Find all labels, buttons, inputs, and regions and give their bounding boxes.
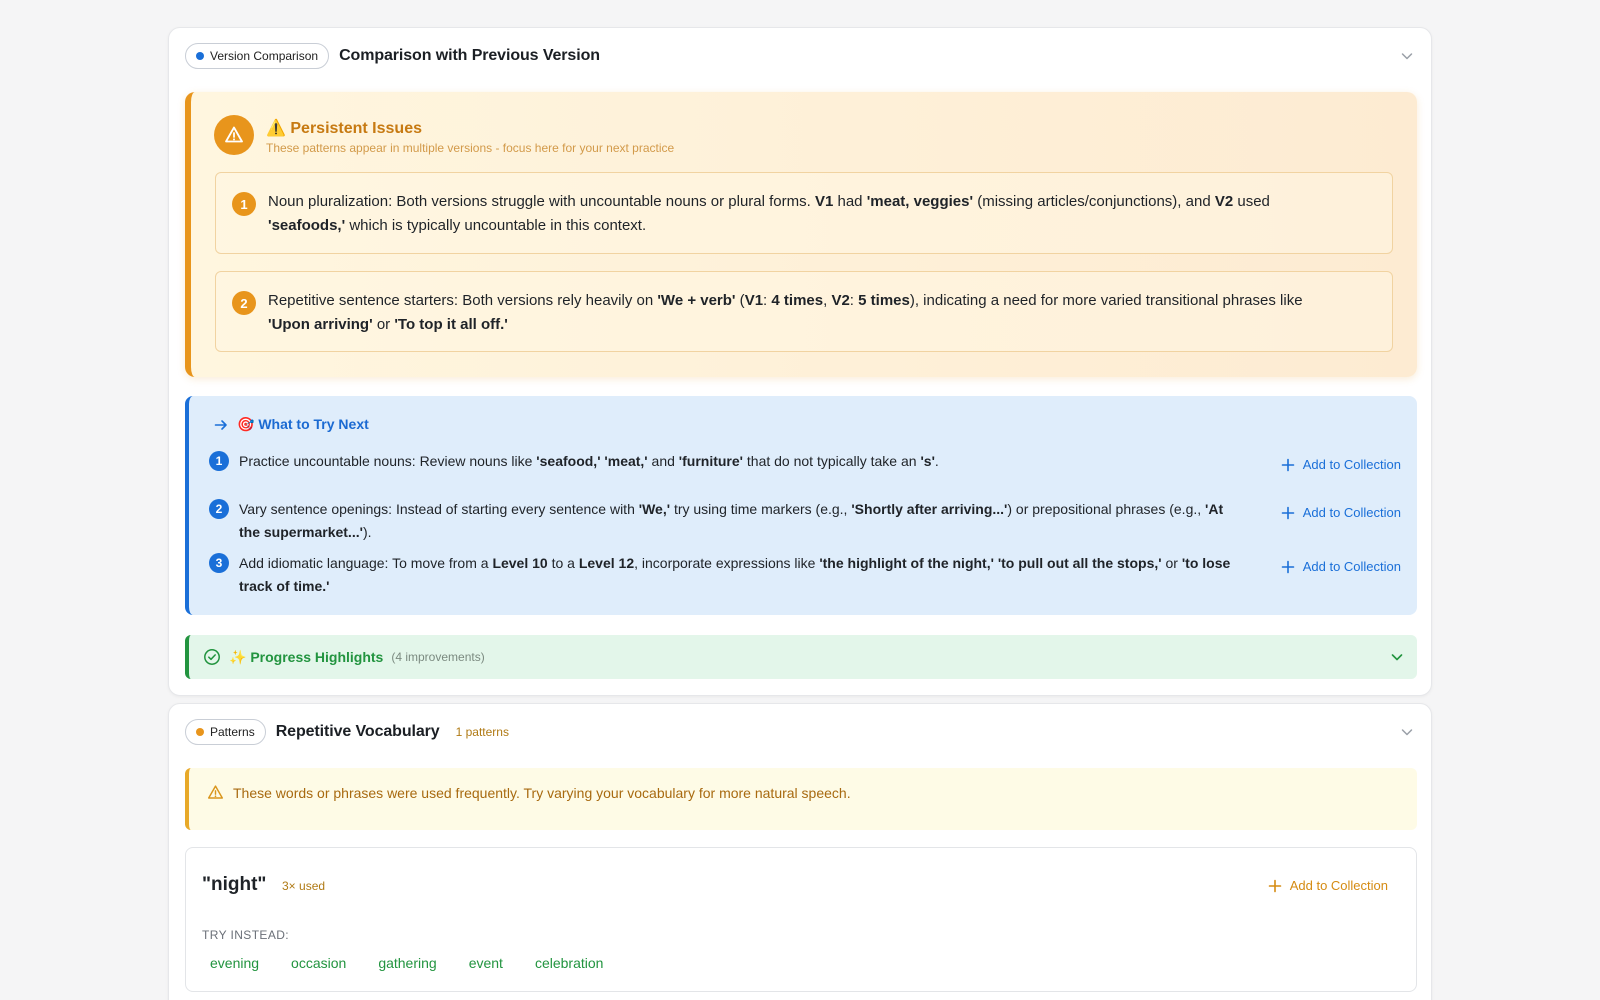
version-comparison-pill: Version Comparison [185, 43, 330, 69]
blue-dot-icon [196, 52, 204, 60]
patterns-count: 1 patterns [455, 725, 509, 739]
issue-item: 2 Repetitive sentence starters: Both ver… [215, 271, 1393, 352]
repeated-word: "night" [202, 874, 267, 895]
plus-icon [1268, 879, 1282, 892]
chevron-down-icon[interactable] [1399, 48, 1415, 64]
try-number-badge: 1 [209, 451, 229, 471]
add-to-collection-button[interactable]: Add to Collection [1281, 559, 1401, 574]
orange-dot-icon [196, 728, 204, 736]
issue-text: Repetitive sentence starters: Both versi… [268, 292, 1303, 333]
alternative-word[interactable]: occasion [283, 953, 354, 973]
plus-icon [1281, 458, 1295, 471]
card-title: Comparison with Previous Version [339, 47, 600, 64]
add-to-collection-button[interactable]: Add to Collection [1281, 505, 1401, 520]
issue-number-badge: 2 [232, 291, 256, 315]
persistent-issues-panel: ⚠️ Persistent Issues These patterns appe… [185, 92, 1417, 377]
alternatives-list: evening occasion gathering event celebra… [202, 953, 619, 973]
add-to-collection-label: Add to Collection [1302, 559, 1401, 574]
check-circle-icon [204, 649, 220, 665]
add-to-collection-label: Add to Collection [1302, 457, 1401, 472]
chevron-down-icon[interactable] [1389, 649, 1405, 665]
card-title: Repetitive Vocabulary [275, 723, 440, 740]
issue-text: Noun pluralization: Both versions strugg… [268, 193, 1270, 234]
pill-label: Version Comparison [210, 49, 319, 63]
progress-highlights-toggle[interactable]: ✨ Progress Highlights (4 improvements) [185, 635, 1417, 679]
progress-highlights-count: (4 improvements) [391, 650, 485, 664]
repetitive-vocabulary-card: Patterns Repetitive Vocabulary 1 pattern… [168, 703, 1432, 1000]
add-to-collection-button[interactable]: Add to Collection [1268, 878, 1388, 893]
arrow-right-icon [214, 419, 227, 430]
persistent-issues-title: ⚠️ Persistent Issues [266, 120, 422, 137]
try-number-badge: 3 [209, 553, 229, 573]
alternative-word[interactable]: celebration [527, 953, 612, 973]
issue-item: 1 Noun pluralization: Both versions stru… [215, 172, 1393, 254]
try-next-text: Practice uncountable nouns: Review nouns… [239, 453, 939, 469]
plus-icon [1281, 506, 1295, 519]
add-to-collection-button[interactable]: Add to Collection [1281, 457, 1401, 472]
what-to-try-next-panel: 🎯 What to Try Next 1 Practice uncountabl… [185, 396, 1417, 615]
try-next-title: 🎯 What to Try Next [237, 416, 369, 432]
warning-icon [214, 115, 254, 155]
usage-count: 3× used [282, 879, 326, 893]
version-comparison-card: Version Comparison Comparison with Previ… [168, 27, 1432, 696]
warning-icon [207, 785, 224, 799]
alternative-word[interactable]: evening [202, 953, 267, 973]
try-next-text: Vary sentence openings: Instead of start… [239, 501, 1224, 540]
repetitive-vocabulary-header[interactable]: Patterns Repetitive Vocabulary 1 pattern… [185, 718, 1415, 746]
try-instead-label: TRY INSTEAD: [202, 928, 290, 942]
plus-icon [1281, 560, 1295, 573]
persistent-issues-subtitle: These patterns appear in multiple versio… [266, 141, 675, 155]
try-next-header: 🎯 What to Try Next [213, 416, 369, 433]
patterns-pill: Patterns [185, 719, 266, 745]
repeated-word-card: "night" 3× used Add to Collection TRY IN… [185, 847, 1417, 992]
frequency-notice: These words or phrases were used frequen… [185, 768, 1417, 830]
try-next-text: Add idiomatic language: To move from a L… [239, 555, 1231, 594]
add-to-collection-label: Add to Collection [1289, 878, 1388, 893]
pill-label: Patterns [210, 725, 255, 739]
alternative-word[interactable]: event [461, 953, 511, 973]
chevron-down-icon[interactable] [1399, 724, 1415, 740]
try-number-badge: 2 [209, 499, 229, 519]
version-comparison-header[interactable]: Version Comparison Comparison with Previ… [185, 42, 1415, 70]
issue-number-badge: 1 [232, 192, 256, 216]
add-to-collection-label: Add to Collection [1302, 505, 1401, 520]
frequency-notice-text: These words or phrases were used frequen… [233, 785, 851, 801]
alternative-word[interactable]: gathering [370, 953, 444, 973]
progress-highlights-title: ✨ Progress Highlights [229, 648, 384, 665]
